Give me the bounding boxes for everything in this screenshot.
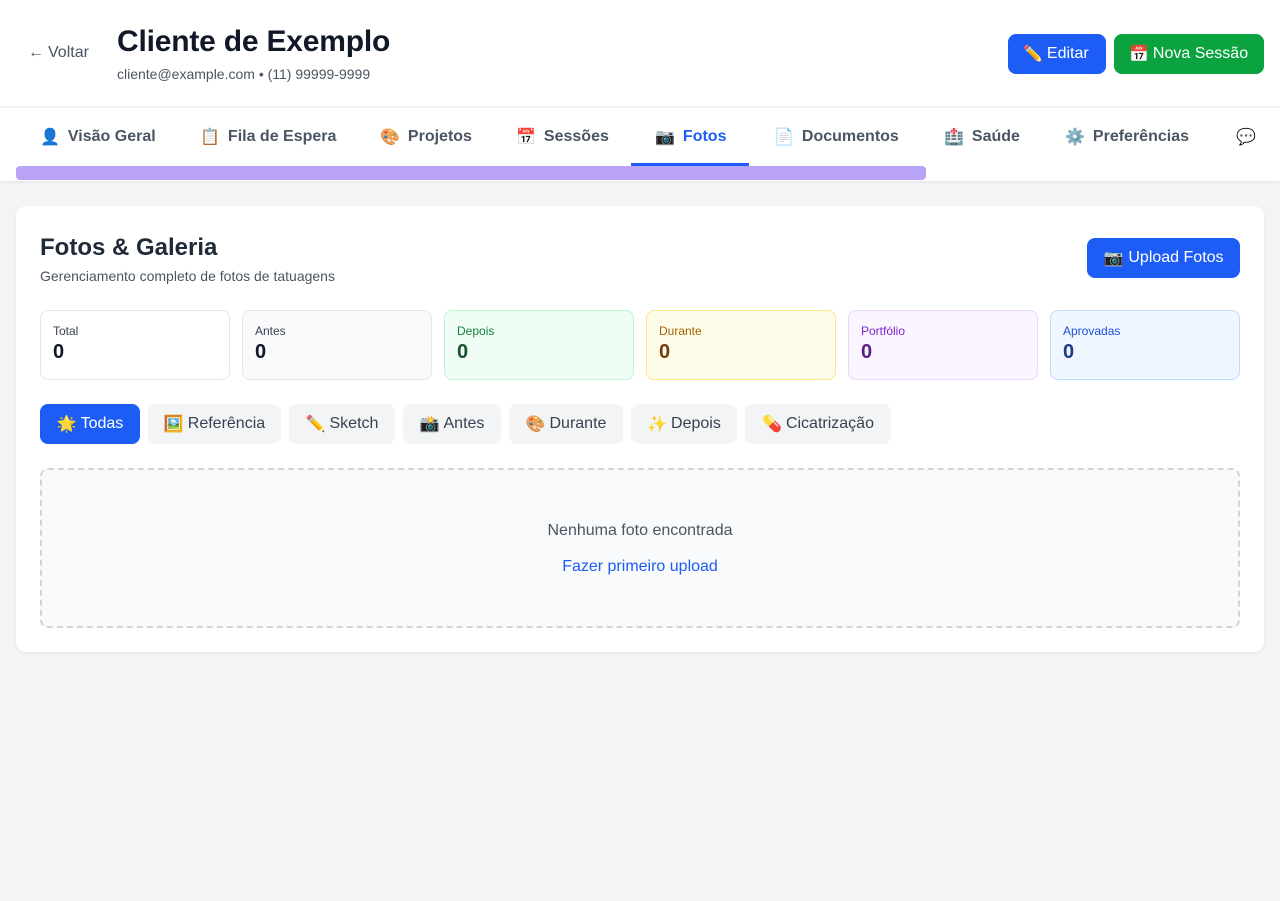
upload-button-label: Upload Fotos	[1128, 249, 1224, 266]
client-contact: cliente@example.com • (11) 99999-9999	[117, 66, 371, 82]
camera-flash-icon: 📸	[419, 416, 440, 433]
tab-label: Saúde	[971, 128, 1020, 145]
stat-total: Total 0	[40, 310, 230, 380]
client-name: Cliente de Exemplo	[117, 25, 391, 58]
stat-label: Antes	[255, 324, 286, 338]
tab-label: Projetos	[407, 128, 472, 145]
stat-label: Durante	[659, 324, 702, 338]
tab-sessions[interactable]: 📅 Sessões	[516, 108, 609, 166]
tab-label: Visão Geral	[67, 128, 156, 145]
gear-icon: ⚙️	[1065, 129, 1085, 146]
document-icon: 📄	[774, 129, 794, 146]
stat-approved: Aprovadas 0	[1050, 310, 1240, 380]
tab-waitlist[interactable]: 📋 Fila de Espera	[200, 108, 336, 166]
edit-button-label: Editar	[1046, 45, 1089, 62]
tabs-scrollbar[interactable]	[16, 166, 926, 180]
pencil-icon: ✏️	[1023, 46, 1043, 63]
empty-state-message: Nenhuma foto encontrada	[547, 522, 733, 539]
stat-before: Antes 0	[242, 310, 432, 380]
filter-label: Sketch	[329, 415, 379, 432]
pill-icon: 💊	[762, 416, 782, 433]
upload-photos-button[interactable]: 📷 Upload Fotos	[1087, 238, 1240, 278]
picture-icon: 🖼️	[163, 416, 184, 433]
stat-label: Depois	[457, 324, 495, 338]
stat-value: 0	[457, 341, 469, 363]
stat-value: 0	[861, 341, 873, 363]
filter-sketch[interactable]: ✏️ Sketch	[289, 404, 395, 444]
photos-gallery-card: Fotos & Galeria Gerenciamento completo d…	[16, 206, 1264, 652]
back-link[interactable]: ← Voltar	[28, 44, 89, 62]
tab-preferences[interactable]: ⚙️ Preferências	[1065, 108, 1189, 166]
calendar-icon: 📅	[1129, 46, 1149, 63]
new-session-button[interactable]: 📅 Nova Sessão	[1114, 34, 1264, 74]
stat-value: 0	[255, 341, 267, 363]
client-header: ← Voltar Cliente de Exemplo cliente@exam…	[0, 0, 1280, 107]
filter-during[interactable]: 🎨 Durante	[509, 404, 623, 444]
stat-label: Portfólio	[861, 324, 906, 338]
stat-after: Depois 0	[444, 310, 634, 380]
stat-value: 0	[1063, 341, 1075, 363]
first-upload-link[interactable]: Fazer primeiro upload	[42, 558, 1238, 576]
section-title: Fotos & Galeria	[40, 234, 218, 261]
new-session-button-label: Nova Sessão	[1152, 45, 1249, 62]
filter-label: Depois	[671, 415, 721, 432]
tab-health[interactable]: 🏥 Saúde	[944, 108, 1020, 166]
tab-documents[interactable]: 📄 Documentos	[774, 108, 899, 166]
tab-label: Documentos	[801, 128, 899, 145]
pencil-icon: ✏️	[305, 416, 326, 433]
tab-label: Fila de Espera	[227, 128, 337, 145]
filter-before[interactable]: 📸 Antes	[403, 404, 501, 444]
edit-button[interactable]: ✏️ Editar	[1008, 34, 1106, 74]
filter-label: Antes	[443, 415, 485, 432]
filter-label: Cicatrização	[785, 415, 874, 432]
filter-label: Todas	[80, 415, 124, 432]
hospital-icon: 🏥	[944, 129, 964, 146]
camera-icon: 📷	[1103, 250, 1124, 267]
tab-overview[interactable]: 👤 Visão Geral	[40, 108, 156, 166]
tab-label: Sessões	[543, 128, 609, 145]
speech-bubble-icon: 💬	[1236, 129, 1256, 146]
palette-icon: 🎨	[525, 416, 546, 433]
arrow-left-icon: ←	[28, 44, 44, 61]
back-label: Voltar	[48, 44, 89, 61]
stat-value: 0	[53, 341, 65, 363]
stat-label: Aprovadas	[1063, 324, 1121, 338]
star-icon: 🌟	[56, 416, 77, 433]
tab-bar: 👤 Visão Geral 📋 Fila de Espera 🎨 Projeto…	[0, 108, 1280, 182]
stat-value: 0	[659, 341, 671, 363]
filter-label: Referência	[187, 415, 266, 432]
empty-state: Nenhuma foto encontrada Fazer primeiro u…	[40, 468, 1240, 628]
filter-reference[interactable]: 🖼️ Referência	[148, 404, 281, 444]
clipboard-icon: 📋	[200, 129, 220, 146]
stat-portfolio: Portfólio 0	[848, 310, 1038, 380]
palette-icon: 🎨	[380, 129, 400, 146]
tab-label: Preferências	[1092, 128, 1189, 145]
tab-projects[interactable]: 🎨 Projetos	[380, 108, 472, 166]
tab-label: Fotos	[682, 128, 727, 145]
filter-all[interactable]: 🌟 Todas	[40, 404, 140, 444]
filter-after[interactable]: ✨ Depois	[631, 404, 737, 444]
tab-messages[interactable]: 💬	[1236, 108, 1264, 166]
user-icon: 👤	[40, 129, 60, 146]
sparkles-icon: ✨	[647, 416, 668, 433]
camera-icon: 📷	[655, 129, 675, 146]
calendar-icon: 📅	[516, 129, 536, 146]
stat-label: Total	[53, 324, 79, 338]
tab-photos[interactable]: 📷 Fotos	[655, 108, 726, 166]
filter-healing[interactable]: 💊 Cicatrização	[745, 404, 891, 444]
stat-during: Durante 0	[646, 310, 836, 380]
filter-label: Durante	[549, 415, 607, 432]
section-subtitle: Gerenciamento completo de fotos de tatua…	[40, 268, 335, 284]
